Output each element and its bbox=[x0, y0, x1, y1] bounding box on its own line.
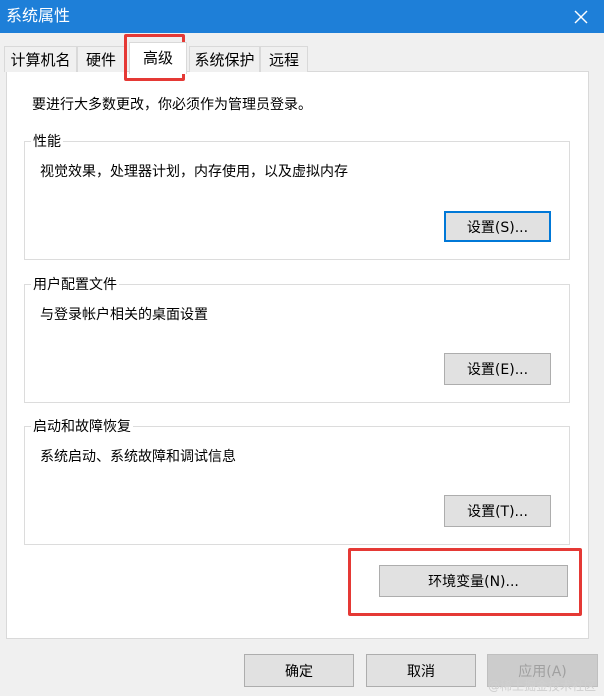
user-profile-desc: 与登录帐户相关的桌面设置 bbox=[40, 307, 208, 323]
tab-system-protection[interactable]: 系统保护 bbox=[189, 46, 260, 72]
admin-notice: 要进行大多数更改，你必须作为管理员登录。 bbox=[32, 97, 312, 113]
tab-remote[interactable]: 远程 bbox=[260, 46, 308, 72]
performance-desc: 视觉效果，处理器计划，内存使用，以及虚拟内存 bbox=[40, 164, 348, 180]
user-profile-title: 用户配置文件 bbox=[33, 277, 117, 293]
environment-variables-button[interactable]: 环境变量(N)... bbox=[379, 565, 568, 597]
watermark: @稀土掘金技术社区 bbox=[487, 679, 596, 693]
tab-hardware[interactable]: 硬件 bbox=[77, 46, 125, 72]
startup-recovery-title: 启动和故障恢复 bbox=[33, 419, 131, 435]
tab-advanced[interactable]: 高级 bbox=[129, 42, 187, 74]
window-title: 系统属性 bbox=[6, 6, 71, 25]
cancel-button[interactable]: 取消 bbox=[366, 654, 476, 687]
close-button[interactable] bbox=[558, 0, 604, 33]
performance-settings-button[interactable]: 设置(S)... bbox=[444, 211, 551, 242]
user-profile-settings-button[interactable]: 设置(E)... bbox=[444, 353, 551, 385]
title-bar: 系统属性 bbox=[0, 0, 604, 33]
performance-title: 性能 bbox=[33, 134, 61, 150]
startup-recovery-settings-button[interactable]: 设置(T)... bbox=[444, 495, 551, 527]
tab-computer-name[interactable]: 计算机名 bbox=[4, 46, 77, 72]
ok-button[interactable]: 确定 bbox=[244, 654, 354, 687]
startup-recovery-desc: 系统启动、系统故障和调试信息 bbox=[40, 449, 236, 465]
close-icon bbox=[574, 10, 588, 23]
